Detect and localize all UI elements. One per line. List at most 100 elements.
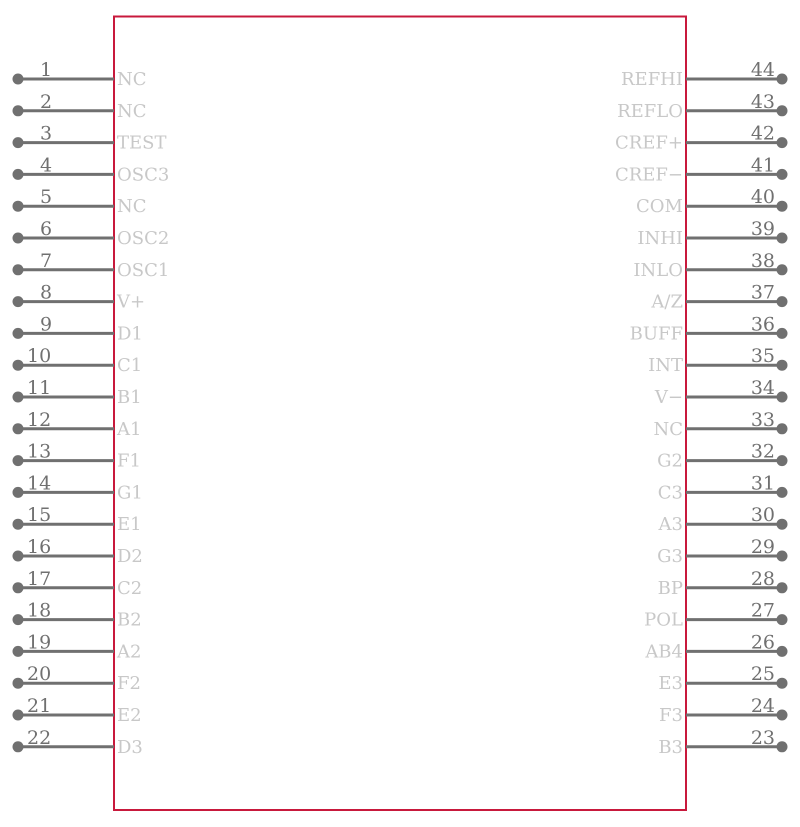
pin-number: 4 [40,154,52,176]
pin-number: 43 [751,91,775,113]
pin-number: 5 [40,186,52,208]
pin-name: BP [658,578,683,599]
pin-endpoint-dot [12,168,24,180]
pin-endpoint-dot [12,137,24,149]
pin-name: G1 [117,482,143,503]
pin-endpoint-dot [776,168,788,180]
ic-body [113,15,687,811]
pin-name: B2 [117,610,142,631]
pin-14: 14 G1 [12,472,143,503]
pin-endpoint-dot [12,455,24,467]
pin-number: 30 [751,504,775,526]
pin-endpoint-dot [776,518,788,530]
pin-number: 8 [40,282,52,304]
pin-19: 19 A2 [12,631,141,662]
pin-name: B3 [658,737,683,758]
pin-34: 34 V− [654,377,788,408]
pin-42: 42 CREF+ [615,123,788,154]
pin-44: 44 REFHI [621,59,788,90]
pin-name: A/Z [650,292,683,313]
pin-28: 28 BP [658,568,788,599]
pin-name: F2 [117,673,141,694]
pin-endpoint-dot [12,486,24,498]
pin-11: 11 B1 [12,377,142,408]
pin-name: C2 [117,578,142,599]
pin-name: REFHI [621,69,683,90]
pin-22: 22 D3 [12,727,143,758]
pin-20: 20 F2 [12,663,141,694]
pin-endpoint-dot [12,200,24,212]
pin-endpoint-dot [12,232,24,244]
pin-name: F3 [659,705,683,726]
pin-number: 10 [27,345,51,367]
pin-name: E1 [117,514,142,535]
pin-number: 26 [751,631,775,653]
pin-number: 17 [27,568,51,590]
pin-23: 23 B3 [658,727,788,758]
pin-number: 21 [27,695,51,717]
pin-name: OSC2 [117,228,169,249]
pin-endpoint-dot [776,264,788,276]
pin-endpoint-dot [12,423,24,435]
pin-endpoint-dot [12,296,24,308]
pin-18: 18 B2 [12,600,142,631]
pin-number: 29 [751,536,775,558]
pin-35: 35 INT [648,345,788,376]
pin-name: NC [117,69,147,90]
pin-number: 7 [40,250,52,272]
pin-name: INHI [637,228,683,249]
pin-name: POL [644,610,683,631]
pin-number: 1 [40,59,52,81]
pin-endpoint-dot [12,709,24,721]
pin-number: 39 [751,218,775,240]
pin-endpoint-dot [12,264,24,276]
pin-number: 33 [751,409,775,431]
pin-endpoint-dot [776,200,788,212]
pin-number: 14 [27,472,51,494]
pin-name: A1 [116,419,141,440]
pin-number: 18 [27,600,51,622]
pin-name: E2 [117,705,142,726]
pin-name: F1 [117,451,141,472]
pin-21: 21 E2 [12,695,142,726]
pin-36: 36 BUFF [630,313,788,344]
pin-endpoint-dot [12,614,24,626]
pin-name: D3 [117,737,143,758]
pin-5: 5 NC [12,186,147,217]
pin-endpoint-dot [776,486,788,498]
pin-number: 31 [751,472,775,494]
pin-name: INLO [633,260,683,281]
pin-endpoint-dot [776,645,788,657]
pin-name: G2 [657,451,683,472]
pin-name: INT [648,355,683,376]
pin-endpoint-dot [12,582,24,594]
pin-name: OSC3 [117,164,169,185]
pin-endpoint-dot [776,327,788,339]
pin-name: E3 [658,673,683,694]
pin-7: 7 OSC1 [12,250,169,281]
pin-number: 35 [751,345,775,367]
pin-endpoint-dot [12,550,24,562]
pin-30: 30 A3 [658,504,788,535]
pin-name: V+ [116,292,145,313]
pin-41: 41 CREF− [615,154,788,185]
pin-endpoint-dot [776,73,788,85]
pin-name: A2 [116,641,141,662]
pin-endpoint-dot [776,709,788,721]
pin-number: 36 [751,313,775,335]
pin-name: NC [117,101,147,122]
pin-number: 19 [27,631,51,653]
pin-number: 32 [751,441,775,463]
pin-endpoint-dot [12,741,24,753]
pin-13: 13 F1 [12,441,141,472]
pin-number: 38 [751,250,775,272]
pin-endpoint-dot [12,391,24,403]
pin-33: 33 NC [653,409,788,440]
pin-name: C3 [658,482,683,503]
pin-16: 16 D2 [12,536,143,567]
pin-name: C1 [117,355,142,376]
pin-number: 15 [27,504,51,526]
pin-number: 13 [27,441,51,463]
pin-2: 2 NC [12,91,147,122]
pin-number: 37 [751,282,775,304]
